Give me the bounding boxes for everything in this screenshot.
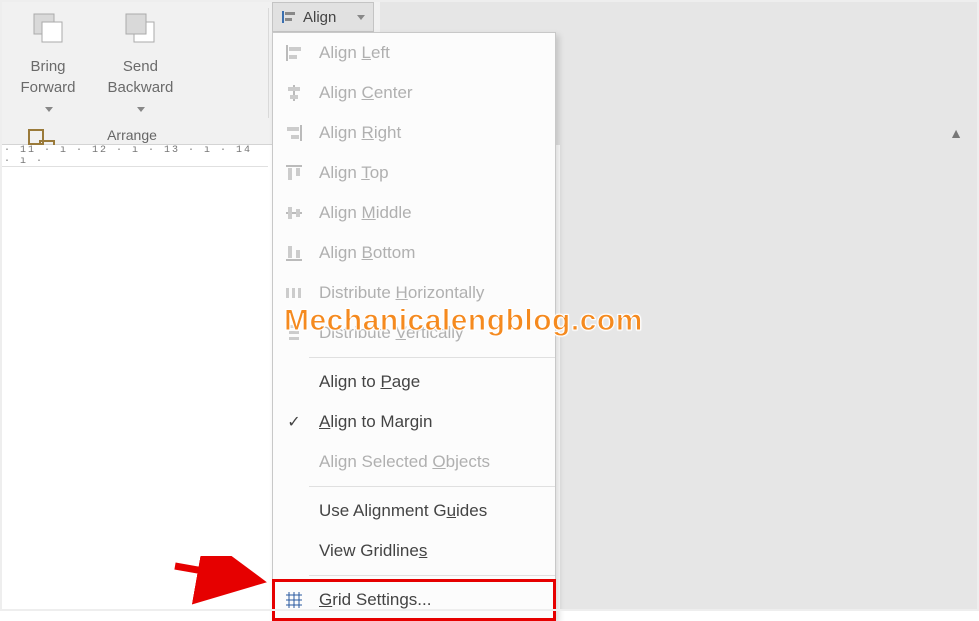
bring-forward-icon <box>10 4 86 52</box>
menu-align-to-page-label: Align to Page <box>319 372 545 392</box>
menu-view-gridlines-label: View Gridlines <box>319 541 545 561</box>
menu-distribute-v-label: Distribute Vertically <box>319 323 545 343</box>
menu-align-selected[interactable]: Align Selected Objects <box>273 442 555 482</box>
align-middle-icon <box>283 204 305 222</box>
menu-distribute-h-label: Distribute Horizontally <box>319 283 545 303</box>
menu-view-gridlines[interactable]: View Gridlines <box>273 531 555 571</box>
menu-align-bottom[interactable]: Align Bottom <box>273 233 555 273</box>
align-dropdown-button[interactable]: Align <box>272 2 374 32</box>
menu-align-left[interactable]: Align Left <box>273 33 555 73</box>
menu-align-selected-label: Align Selected Objects <box>319 452 545 472</box>
menu-distribute-v[interactable]: Distribute Vertically <box>273 313 555 353</box>
menu-separator <box>309 486 555 487</box>
align-menu: Align Left Align Center Align Right Alig… <box>272 32 556 621</box>
menu-align-to-margin[interactable]: ✓ Align to Margin <box>273 402 555 442</box>
menu-align-to-margin-label: Align to Margin <box>319 412 545 432</box>
align-bottom-icon <box>283 244 305 262</box>
distribute-h-icon <box>283 284 305 302</box>
menu-grid-settings-label: Grid Settings... <box>319 590 545 610</box>
arrange-group-label: Arrange <box>0 127 264 143</box>
align-left-icon <box>283 44 305 62</box>
menu-align-top-label: Align Top <box>319 163 545 183</box>
ribbon-divider <box>268 8 269 118</box>
grid-icon <box>283 591 305 609</box>
bring-forward-label: BringForward <box>10 56 86 98</box>
menu-align-right-label: Align Right <box>319 123 545 143</box>
send-backward-button[interactable]: SendBackward <box>96 0 184 119</box>
menu-align-left-label: Align Left <box>319 43 545 63</box>
menu-align-bottom-label: Align Bottom <box>319 243 545 263</box>
arrange-group: BringForward SendBackward SelectionPane … <box>0 0 264 145</box>
distribute-v-icon <box>283 324 305 342</box>
send-backward-label: SendBackward <box>102 56 178 98</box>
align-icon <box>281 9 297 25</box>
menu-align-center-label: Align Center <box>319 83 545 103</box>
align-button-label: Align <box>303 9 336 26</box>
align-center-icon <box>283 84 305 102</box>
menu-align-to-page[interactable]: Align to Page <box>273 362 555 402</box>
menu-use-guides[interactable]: Use Alignment Guides <box>273 491 555 531</box>
caret-down-icon <box>137 107 145 112</box>
bring-forward-button[interactable]: BringForward <box>4 0 92 119</box>
collapse-ribbon-icon[interactable]: ▲ <box>949 125 963 141</box>
menu-grid-settings[interactable]: Grid Settings... <box>273 580 555 620</box>
caret-down-icon <box>45 107 53 112</box>
workspace-gray <box>560 145 977 609</box>
menu-align-middle[interactable]: Align Middle <box>273 193 555 233</box>
align-top-icon <box>283 164 305 182</box>
caret-down-icon <box>357 15 365 20</box>
menu-separator <box>309 575 555 576</box>
document-area <box>0 167 268 611</box>
checkmark-icon: ✓ <box>283 412 305 432</box>
menu-align-center[interactable]: Align Center <box>273 73 555 113</box>
menu-distribute-h[interactable]: Distribute Horizontally <box>273 273 555 313</box>
menu-use-guides-label: Use Alignment Guides <box>319 501 545 521</box>
align-right-icon <box>283 124 305 142</box>
menu-align-top[interactable]: Align Top <box>273 153 555 193</box>
ruler: · 11 · ı · 12 · ı · 13 · ı · 14 · ı · <box>0 145 268 167</box>
menu-align-right[interactable]: Align Right <box>273 113 555 153</box>
menu-separator <box>309 357 555 358</box>
menu-align-middle-label: Align Middle <box>319 203 545 223</box>
send-backward-icon <box>102 4 178 52</box>
